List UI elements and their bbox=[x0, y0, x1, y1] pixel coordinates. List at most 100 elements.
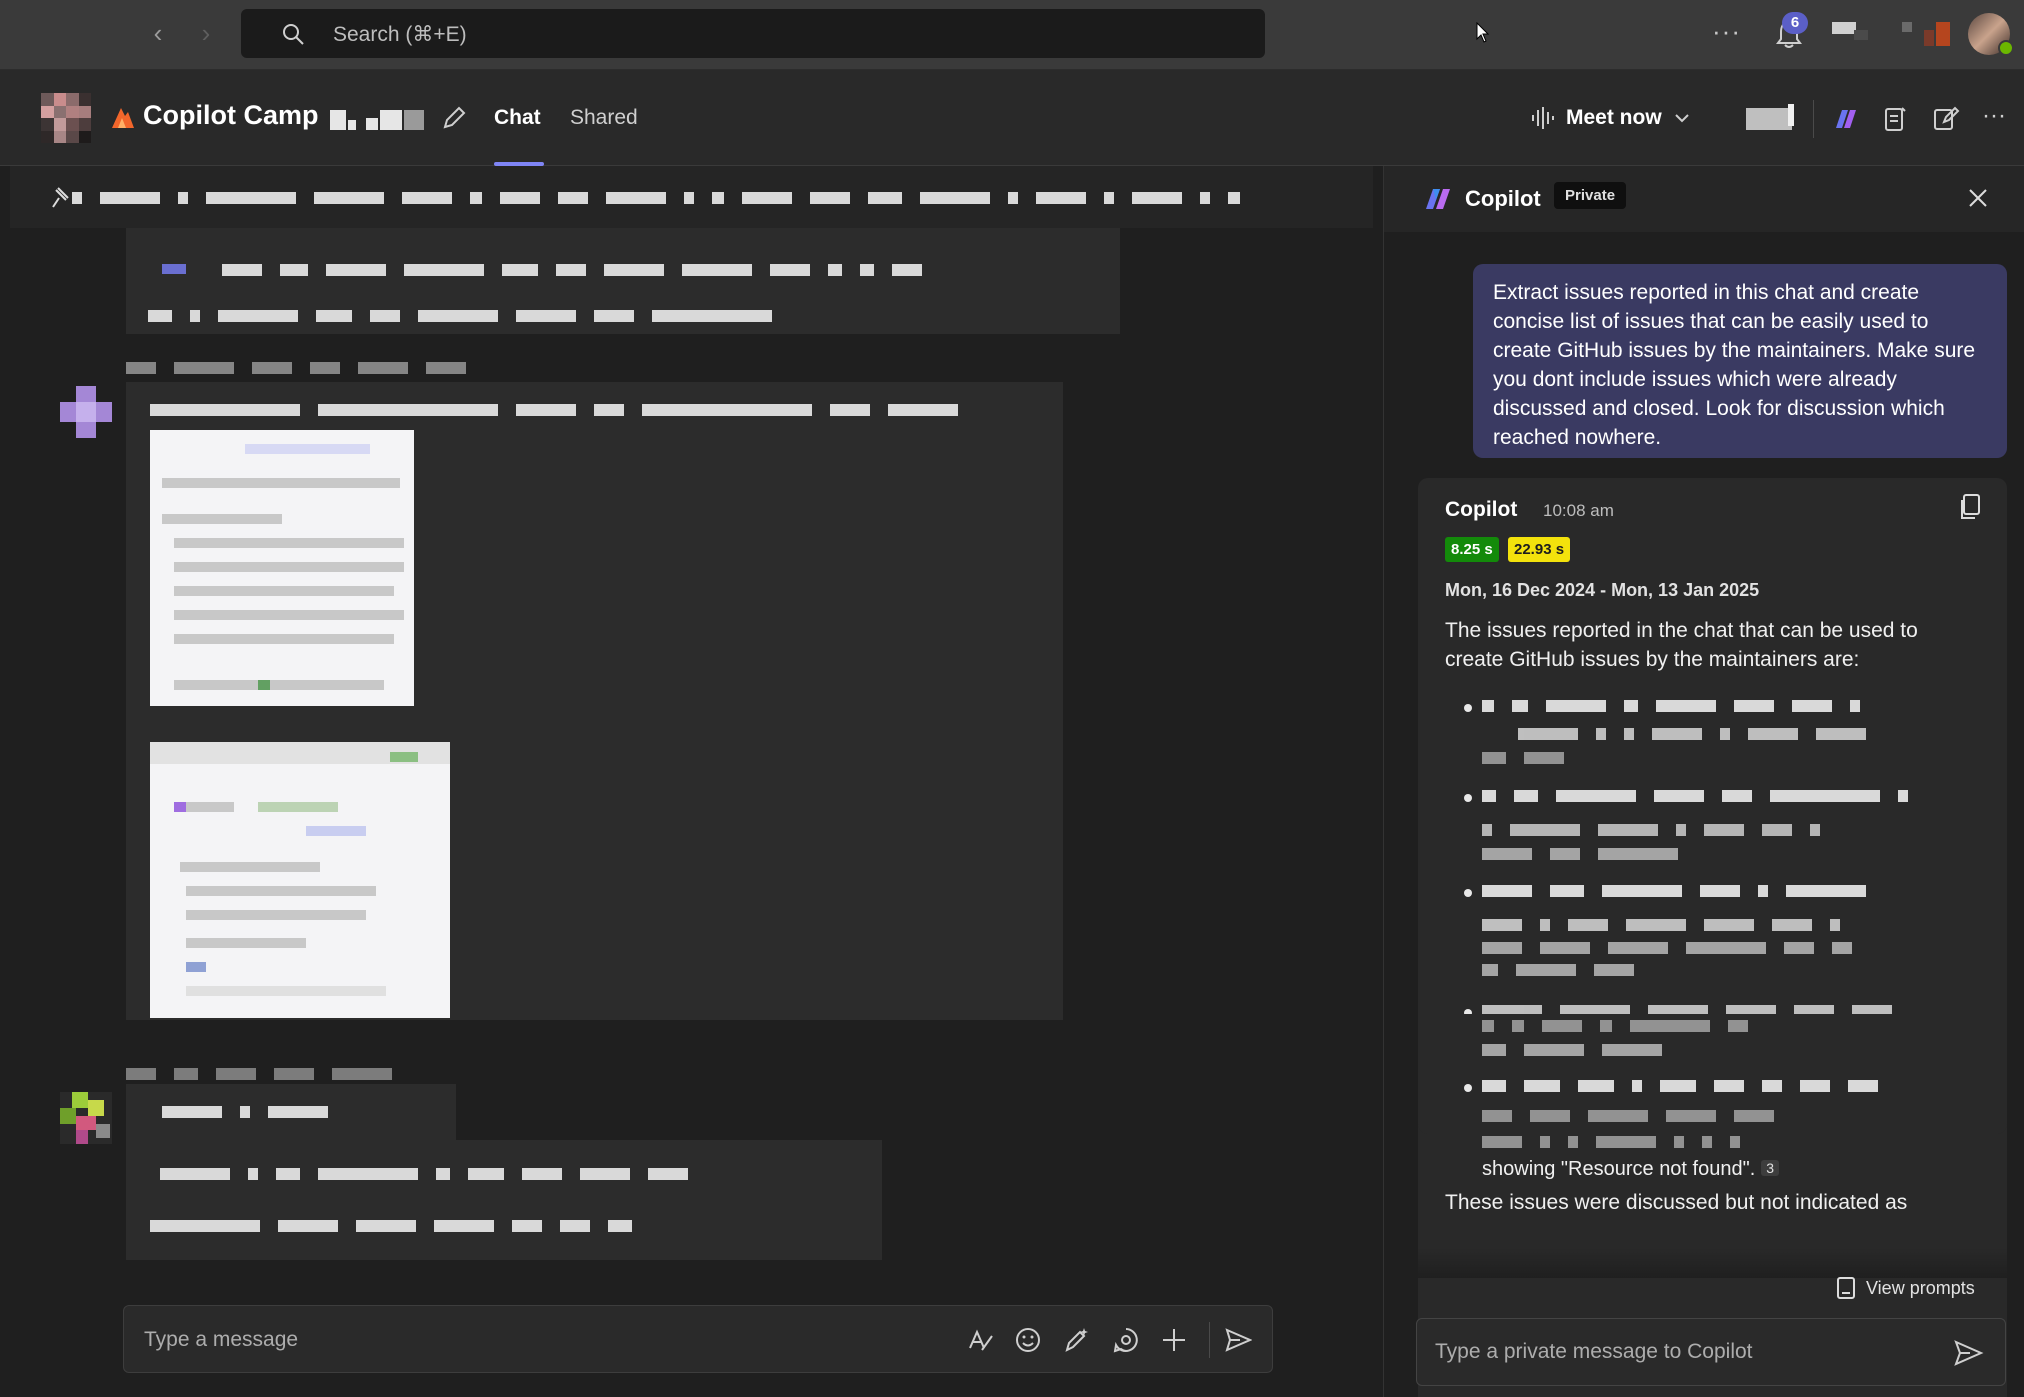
title-blur-1 bbox=[330, 110, 346, 130]
loop-icon[interactable] bbox=[1112, 1326, 1140, 1354]
copilot-icon[interactable] bbox=[1830, 104, 1860, 134]
response-author: Copilot bbox=[1445, 498, 1518, 521]
date-range: Mon, 16 Dec 2024 - Mon, 13 Jan 2025 bbox=[1445, 580, 1760, 600]
issue-5-tail-text: showing "Resource not found". bbox=[1482, 1158, 1756, 1180]
view-prompts-label: View prompts bbox=[1866, 1277, 1975, 1298]
message-text-blur-6 bbox=[150, 1220, 870, 1232]
issue-1-blur-2 bbox=[1518, 728, 1978, 740]
copilot-pane: Copilot Private Extract issues reported … bbox=[1383, 166, 2024, 1397]
meet-now-button[interactable]: Meet now bbox=[1530, 100, 1692, 136]
presence-status-icon bbox=[1998, 40, 2014, 56]
issue-3-blur-3 bbox=[1482, 942, 1982, 954]
attached-image-1[interactable] bbox=[150, 430, 414, 706]
bullet bbox=[1464, 704, 1472, 712]
bullet bbox=[1464, 889, 1472, 897]
mention-chip bbox=[162, 264, 186, 274]
top-blur-5 bbox=[1936, 22, 1950, 46]
latency-badge-fast: 8.25 s bbox=[1445, 537, 1499, 562]
chevron-down-icon[interactable] bbox=[1672, 108, 1692, 128]
chat-messages[interactable] bbox=[10, 228, 1383, 1268]
title-blur-2 bbox=[348, 120, 356, 130]
copilot-input[interactable]: Type a private message to Copilot bbox=[1416, 1318, 2006, 1386]
response-continuation bbox=[1418, 1014, 2007, 1134]
meet-now-label: Meet now bbox=[1566, 106, 1662, 129]
chat-title: Copilot Camp bbox=[143, 100, 319, 130]
issue-1-blur-3 bbox=[1482, 752, 1722, 764]
issue-5-blur bbox=[1482, 1080, 1982, 1092]
response-after-text: These issues were discussed but not indi… bbox=[1445, 1191, 1908, 1214]
forward-button[interactable]: › bbox=[192, 18, 220, 48]
sparkle-pen-icon[interactable] bbox=[1062, 1326, 1090, 1354]
more-options-button[interactable]: ··· bbox=[1712, 16, 1741, 47]
send-icon[interactable] bbox=[1224, 1326, 1252, 1354]
issue-5-blur-3 bbox=[1482, 1136, 1962, 1148]
issue-1-blur bbox=[1482, 700, 1982, 712]
top-blur-1 bbox=[1832, 22, 1856, 34]
response-fade bbox=[1418, 1248, 2007, 1278]
notes-icon[interactable] bbox=[1880, 104, 1910, 134]
sender-name-blur bbox=[126, 362, 486, 374]
view-prompts-button[interactable]: View prompts bbox=[1836, 1276, 1975, 1300]
tab-chat[interactable]: Chat bbox=[494, 106, 541, 130]
close-icon[interactable] bbox=[1964, 184, 1992, 212]
chat-header: Copilot Camp Chat Shared Meet now ··· bbox=[0, 70, 2024, 166]
header-divider bbox=[1813, 100, 1814, 138]
title-blur-5 bbox=[404, 110, 424, 130]
message-composer[interactable]: Type a message bbox=[123, 1305, 1273, 1373]
back-button[interactable]: ‹ bbox=[144, 18, 172, 48]
issue-3-blur bbox=[1482, 885, 1982, 897]
copilot-header: Copilot Private bbox=[1384, 166, 2024, 232]
issue-3-blur-2 bbox=[1482, 919, 1982, 931]
issue-5-blur-2 bbox=[1482, 1110, 1982, 1122]
response-intro: The issues reported in the chat that can… bbox=[1445, 619, 1918, 671]
issue-2-blur-2 bbox=[1482, 824, 1962, 836]
private-badge: Private bbox=[1554, 182, 1627, 209]
top-blur-4 bbox=[1924, 30, 1934, 46]
tab-shared[interactable]: Shared bbox=[570, 106, 638, 130]
issue-5-tail: showing "Resource not found". 3 bbox=[1482, 1158, 1780, 1181]
emoji-icon[interactable] bbox=[1014, 1326, 1042, 1354]
attached-image-2[interactable] bbox=[150, 742, 450, 1018]
message-bubble-2 bbox=[126, 1084, 456, 1140]
bullet bbox=[1464, 794, 1472, 802]
participants-blur-edge bbox=[1788, 104, 1794, 126]
top-blur-2 bbox=[1854, 30, 1868, 40]
copilot-input-placeholder: Type a private message to Copilot bbox=[1435, 1340, 1753, 1363]
top-blur-3 bbox=[1902, 22, 1912, 32]
copy-icon[interactable] bbox=[1959, 493, 1983, 521]
message-text-blur-3 bbox=[150, 404, 1050, 416]
title-blur-4 bbox=[380, 110, 402, 130]
message-bubble-3 bbox=[126, 1140, 882, 1260]
message-text-blur-5 bbox=[160, 1168, 880, 1180]
send-icon[interactable] bbox=[1952, 1337, 1984, 1369]
user-avatar-2[interactable] bbox=[58, 1090, 114, 1146]
user-avatar[interactable] bbox=[58, 384, 114, 440]
response-time: 10:08 am bbox=[1543, 501, 1614, 520]
notification-badge: 6 bbox=[1782, 12, 1808, 34]
title-bar: ‹ › Search (⌘+E) ··· 6 bbox=[0, 0, 2024, 70]
search-box[interactable]: Search (⌘+E) bbox=[241, 9, 1265, 58]
copilot-title: Copilot bbox=[1465, 186, 1541, 211]
header-more-button[interactable]: ··· bbox=[1982, 102, 2006, 130]
message-text-blur-2 bbox=[148, 310, 1048, 322]
pencil-icon[interactable] bbox=[440, 104, 468, 132]
book-icon bbox=[1837, 1277, 1855, 1299]
pinned-text-blur bbox=[72, 192, 1362, 204]
participants-blur[interactable] bbox=[1746, 108, 1792, 130]
group-avatar[interactable] bbox=[41, 93, 91, 143]
composer-placeholder: Type a message bbox=[144, 1328, 299, 1351]
pin-icon bbox=[52, 187, 69, 208]
mouse-cursor-icon bbox=[1476, 22, 1490, 43]
flame-icon bbox=[112, 108, 134, 128]
compose-icon[interactable] bbox=[1930, 104, 1960, 134]
citation-marker[interactable]: 3 bbox=[1761, 1160, 1780, 1176]
issue-2-blur bbox=[1482, 790, 1982, 802]
format-icon[interactable] bbox=[966, 1326, 994, 1354]
sender-name-blur-2 bbox=[126, 1068, 426, 1080]
bullet bbox=[1464, 1084, 1472, 1092]
title-blur-3 bbox=[366, 118, 378, 130]
add-icon[interactable] bbox=[1160, 1326, 1188, 1354]
pinned-message-strip[interactable] bbox=[10, 166, 1373, 228]
issue-3-blur-4 bbox=[1482, 964, 1682, 976]
search-icon bbox=[283, 24, 304, 45]
